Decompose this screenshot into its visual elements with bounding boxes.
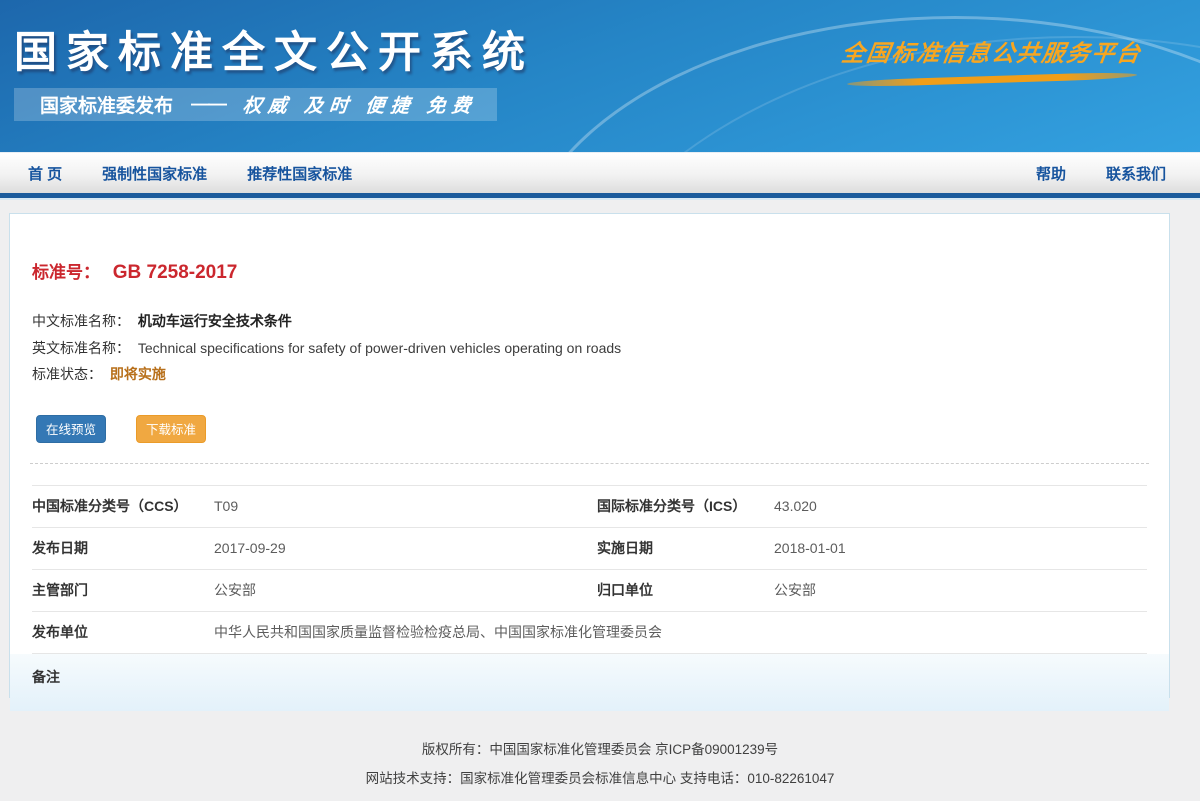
ics-value: 43.020	[774, 498, 1147, 514]
standard-number-label: 标准号：	[32, 263, 100, 282]
standard-number-line: 标准号： GB 7258-2017	[10, 214, 1169, 284]
banner-dash: ——	[191, 94, 225, 116]
page-footer: 版权所有：中国国家标准化管理委员会 京ICP备09001239号 网站技术支持：…	[0, 698, 1200, 793]
supervisor-dept-label: 主管部门	[32, 580, 214, 600]
standard-number-value: GB 7258-2017	[113, 262, 238, 283]
supervisor-dept-value: 公安部	[214, 580, 597, 600]
page: 国家标准全文公开系统 国家标准委发布 —— 权威 及时 便捷 免费 全国标准信息…	[0, 0, 1200, 801]
cn-name-value: 机动车运行安全技术条件	[138, 313, 292, 329]
status-value: 即将实施	[110, 366, 166, 382]
header-banner: 国家标准委发布 —— 权威 及时 便捷 免费	[14, 88, 497, 121]
action-buttons: 在线预览 下载标准	[10, 415, 1169, 443]
standard-meta: 中文标准名称： 机动车运行安全技术条件 英文标准名称： Technical sp…	[10, 284, 1169, 388]
nav-mandatory-standards[interactable]: 强制性国家标准	[102, 163, 207, 184]
en-name-line: 英文标准名称： Technical specifications for saf…	[32, 335, 1147, 362]
issuing-unit-label: 发布单位	[32, 622, 214, 642]
platform-slogan: 全国标准信息公共服务平台	[834, 34, 1150, 83]
standard-detail-card: 标准号： GB 7258-2017 中文标准名称： 机动车运行安全技术条件 英文…	[9, 213, 1170, 698]
nav-home[interactable]: 首 页	[28, 163, 62, 184]
banner-slogan: 权威 及时 便捷 免费	[242, 91, 479, 118]
nav-left-group: 首 页 强制性国家标准 推荐性国家标准	[28, 163, 352, 184]
download-button[interactable]: 下载标准	[136, 415, 206, 443]
en-name-label: 英文标准名称：	[32, 340, 130, 356]
nav-recommended-standards[interactable]: 推荐性国家标准	[247, 163, 352, 184]
implement-date-value: 2018-01-01	[774, 540, 1147, 556]
support-line: 网站技术支持：国家标准化管理委员会标准信息中心 支持电话：010-8226104…	[0, 765, 1200, 794]
main-content: 标准号： GB 7258-2017 中文标准名称： 机动车运行安全技术条件 英文…	[0, 213, 1200, 698]
site-header: 国家标准全文公开系统 国家标准委发布 —— 权威 及时 便捷 免费 全国标准信息…	[0, 0, 1200, 152]
ccs-value: T09	[214, 498, 597, 514]
implement-date-label: 实施日期	[597, 538, 774, 558]
en-name-value: Technical specifications for safety of p…	[138, 340, 621, 356]
publish-date-label: 发布日期	[32, 538, 214, 558]
centralized-unit-value: 公安部	[774, 580, 1147, 600]
ics-label: 国际标准分类号（ICS）	[597, 496, 774, 516]
remark-row: 备注	[10, 654, 1169, 711]
cn-name-line: 中文标准名称： 机动车运行安全技术条件	[32, 308, 1147, 335]
dashed-divider	[30, 463, 1149, 464]
remark-label: 备注	[32, 667, 214, 687]
cn-name-label: 中文标准名称：	[32, 313, 130, 329]
nav-help[interactable]: 帮助	[1036, 163, 1066, 184]
table-row: 主管部门 公安部 归口单位 公安部	[10, 570, 1169, 611]
site-title: 国家标准全文公开系统	[14, 18, 534, 80]
ccs-label: 中国标准分类号（CCS）	[32, 496, 214, 516]
table-row: 发布单位 中华人民共和国国家质量监督检验检疫总局、中国国家标准化管理委员会	[10, 612, 1169, 653]
status-label: 标准状态：	[32, 366, 102, 382]
nav-right-group: 帮助 联系我们	[1036, 163, 1166, 184]
brush-underline	[847, 71, 1137, 87]
main-nav: 首 页 强制性国家标准 推荐性国家标准 帮助 联系我们	[0, 152, 1200, 193]
standard-info-table: 中国标准分类号（CCS） T09 国际标准分类号（ICS） 43.020 发布日…	[10, 485, 1169, 711]
copyright-line: 版权所有：中国国家标准化管理委员会 京ICP备09001239号	[0, 736, 1200, 765]
banner-publisher: 国家标准委发布	[40, 91, 173, 118]
preview-button[interactable]: 在线预览	[36, 415, 106, 443]
table-row: 发布日期 2017-09-29 实施日期 2018-01-01	[10, 528, 1169, 569]
publish-date-value: 2017-09-29	[214, 540, 597, 556]
table-row: 中国标准分类号（CCS） T09 国际标准分类号（ICS） 43.020	[10, 486, 1169, 527]
issuing-unit-value: 中华人民共和国国家质量监督检验检疫总局、中国国家标准化管理委员会	[214, 622, 1147, 642]
centralized-unit-label: 归口单位	[597, 580, 774, 600]
platform-slogan-text: 全国标准信息公共服务平台	[832, 34, 1153, 68]
nav-divider-light	[0, 198, 1200, 200]
status-line: 标准状态： 即将实施	[32, 361, 1147, 388]
nav-contact[interactable]: 联系我们	[1106, 163, 1166, 184]
